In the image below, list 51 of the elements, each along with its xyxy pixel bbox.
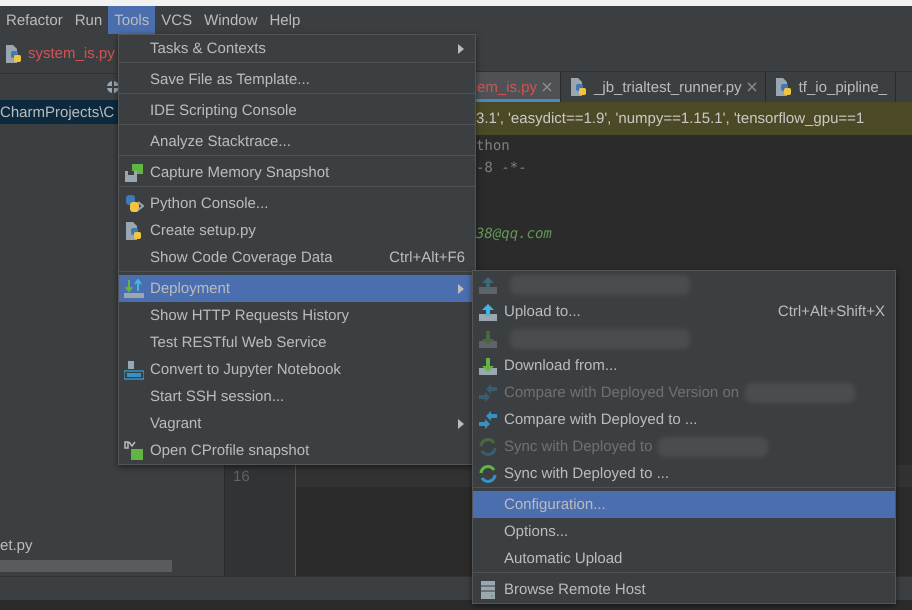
menu-item[interactable]: Show HTTP Requests History	[119, 302, 475, 329]
python-file-icon	[124, 220, 144, 240]
download-icon	[478, 356, 498, 376]
menu-item[interactable]: Open CProfile snapshot	[119, 437, 475, 464]
menu-item[interactable]: Upload to... Ctrl+Alt+Shift+X	[473, 298, 895, 325]
menu-item[interactable]: Sync with Deployed to ...	[473, 460, 895, 487]
menu-bar-item[interactable]: Refactor	[0, 6, 69, 34]
menu-item[interactable]: Vagrant	[119, 410, 475, 437]
menu-bar-item[interactable]: Run	[68, 6, 108, 34]
code-line: thon	[476, 138, 510, 154]
menu-item[interactable]: Show Code Coverage Data Ctrl+Alt+F6	[119, 244, 475, 271]
profile-icon	[124, 440, 144, 460]
close-icon	[746, 82, 757, 92]
sync-icon	[478, 464, 498, 484]
python-console-icon	[124, 194, 144, 214]
memory-snapshot-icon	[124, 162, 144, 182]
menu-bar-item[interactable]: Help	[263, 6, 306, 34]
menu-bar-item[interactable]: Window	[198, 6, 264, 34]
server-icon	[480, 580, 496, 600]
upload-icon	[478, 274, 498, 294]
editor-tab[interactable]: tf_io_pipline_	[766, 72, 896, 102]
notification-text: 3.1', 'easydict==1.9', 'numpy==1.15.1', 'tensorflow_gpu==1	[476, 110, 864, 127]
menu-item[interactable]: Automatic Upload	[473, 545, 895, 572]
python-file-icon	[4, 44, 24, 64]
menu-item[interactable]: Python Console...	[119, 190, 475, 217]
compare-arrows-icon	[478, 382, 498, 402]
project-path[interactable]: CharmProjects\C	[0, 104, 114, 120]
scrollbar[interactable]	[0, 560, 172, 572]
jupyter-file-icon	[124, 360, 144, 380]
menu-item[interactable]: Create setup.py	[119, 217, 475, 244]
menu-item[interactable]: Test RESTful Web Service	[119, 329, 475, 356]
menu-item[interactable]: Start SSH session...	[119, 383, 475, 410]
download-icon	[478, 328, 498, 348]
python-file-icon	[774, 77, 794, 97]
menu-item[interactable]: Analyze Stacktrace...	[119, 128, 475, 155]
compare-arrows-icon	[478, 410, 498, 430]
deployment-icon	[123, 278, 145, 298]
menu-item[interactable]: Compare with Deployed to ...	[473, 406, 895, 433]
sync-icon	[478, 436, 498, 456]
menu-item[interactable]: Options...	[473, 518, 895, 545]
menu-item[interactable]: Capture Memory Snapshot	[119, 159, 475, 186]
menu-item[interactable]: Tasks & Contexts	[119, 35, 475, 62]
menu-item[interactable]: Browse Remote Host	[473, 576, 895, 603]
file-name[interactable]: et.py	[0, 536, 33, 554]
menu-bar-item[interactable]: VCS	[155, 6, 198, 34]
menu-item[interactable]: Convert to Jupyter Notebook	[119, 356, 475, 383]
upload-icon	[478, 302, 498, 322]
code-line: -8 -*-	[476, 160, 527, 176]
close-icon	[542, 82, 552, 92]
code-line: 38@qq.com	[476, 226, 552, 242]
menu-item[interactable]: Download from...	[473, 352, 895, 379]
